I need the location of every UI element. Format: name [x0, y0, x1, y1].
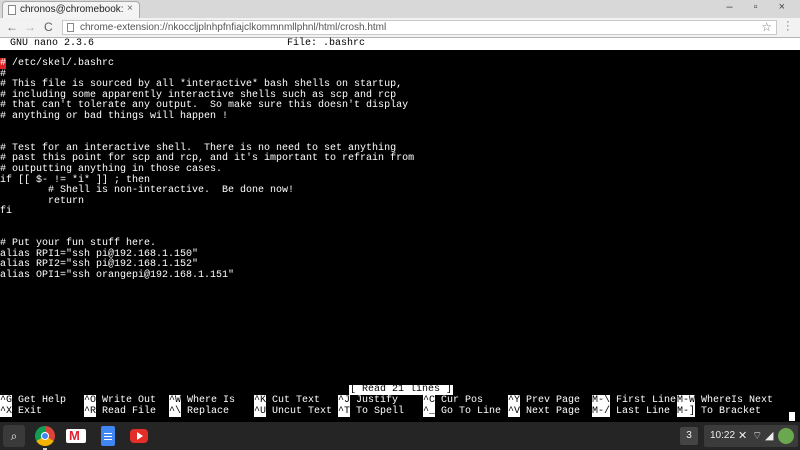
signal-icon: ◢ [765, 430, 774, 442]
tab-title: chronos@chromebook:~ [20, 4, 124, 15]
gmail-icon[interactable] [66, 428, 86, 443]
shortcut-key: ^U [254, 405, 267, 417]
terminal-cursor [789, 412, 795, 421]
status-tray[interactable]: 10:22 ✕ ⌔ ◢ [704, 425, 798, 447]
shortcut-key: ^C [423, 395, 436, 406]
shortcut-label: Read File [96, 405, 157, 417]
crosh-terminal[interactable]: GNU nano 2.3.6 File: .bashrc # /etc/skel… [0, 38, 800, 422]
file-line [0, 218, 414, 229]
shortcut-label: Exit [12, 405, 43, 417]
file-line: # anything or bad things will happen ! [0, 110, 229, 122]
docs-icon[interactable] [101, 426, 115, 446]
back-icon[interactable]: ← [6, 20, 18, 34]
title-bar: chronos@chromebook:~ × – ▫ × [0, 0, 800, 18]
shortcut-item: ^V Next Page [508, 405, 581, 418]
shortcut-label: Write Out [96, 395, 157, 406]
shortcut-item: M-] To Bracket [677, 405, 762, 418]
window-controls[interactable]: – ▫ × [726, 1, 794, 13]
shortcut-item: M-/ Last Line [592, 405, 671, 418]
file-line: # outputting anything in those cases. [0, 163, 223, 175]
shortcut-key: ^T [338, 405, 351, 417]
shortcut-label: Cur Pos [435, 395, 484, 406]
chrome-menu-icon[interactable]: · · · [786, 17, 790, 36]
shortcut-key: M-W [677, 395, 696, 406]
address-toolbar: ← → C chrome-extension://nkoccljplnhpfnf… [0, 17, 800, 38]
shortcut-key: ^K [254, 395, 267, 406]
file-line: # /etc/skel/.bashrc [0, 58, 414, 70]
shortcut-key: M-] [677, 405, 696, 417]
shortcut-label: Get Help [12, 395, 67, 406]
battery-icon [778, 428, 794, 444]
shortcut-key: M-\ [592, 395, 611, 406]
shortcut-item: ^X Exit [0, 405, 43, 418]
url-bar[interactable]: chrome-extension://nkoccljplnhpfnfiajclk… [62, 20, 777, 35]
wifi-icon: ⌔ [752, 430, 763, 442]
file-line-text: /etc/skel/.bashrc [6, 58, 115, 69]
shortcut-key: ^W [169, 395, 182, 406]
shortcut-key: M-/ [592, 405, 611, 417]
shortcut-key: ^R [84, 405, 97, 417]
file-line: fi [0, 206, 13, 218]
launcher-search-icon[interactable]: ⌕ [3, 425, 25, 447]
shortcut-item: ^U Uncut Text [254, 405, 333, 418]
shortcut-item: ^_ Go To Line [423, 405, 502, 418]
shortcut-key: ^Y [508, 395, 521, 406]
shortcut-key: ^X [0, 405, 13, 417]
shortcut-bar: ^G Get Help ^O Write Out ^W Where Is ^K Cut… [0, 395, 800, 418]
shortcut-item: ^\ Replace [169, 405, 230, 418]
keyboard-icon: ✕ [738, 430, 748, 442]
file-line: alias OPI1="ssh orangepi@192.168.1.151" [0, 269, 235, 281]
reload-icon[interactable]: C [44, 20, 53, 34]
shortcut-label: To Spell [350, 405, 405, 417]
shortcut-key: ^_ [423, 405, 436, 417]
nano-title-bar: GNU nano 2.3.6 File: .bashrc [0, 38, 800, 50]
shortcut-label: Go To Line [435, 405, 502, 417]
shortcut-label: Prev Page [520, 395, 581, 406]
shortcut-label: To Bracket [695, 405, 762, 417]
shortcut-label: Justify [350, 395, 399, 406]
page-icon [67, 23, 74, 32]
shortcut-key: ^V [508, 405, 521, 417]
shortcut-label: First Line [610, 395, 677, 406]
shortcut-key: ^J [338, 395, 351, 406]
shortcut-key: ^\ [169, 405, 182, 417]
nano-file-label: File: .bashrc [287, 38, 366, 49]
chromeos-shelf: ⌕ 3 10:22 ✕ ⌔ ◢ [0, 422, 800, 450]
shortcut-label: Uncut Text [266, 405, 333, 417]
chrome-icon[interactable] [35, 426, 55, 446]
shortcut-label: Replace [181, 405, 230, 417]
nano-version: GNU nano 2.3.6 [10, 38, 95, 49]
clock: 10:22 [710, 430, 736, 441]
shortcut-key: ^G [0, 395, 13, 406]
page-icon [8, 5, 16, 15]
forward-icon[interactable]: → [24, 20, 36, 34]
bookmark-star-icon[interactable]: ☆ [761, 20, 772, 34]
youtube-icon[interactable] [130, 429, 148, 443]
shortcut-item: ^T To Spell [338, 405, 405, 418]
shortcut-label: Last Line [610, 405, 671, 417]
file-content[interactable]: # /etc/skel/.bashrc # # This file is sourc… [0, 58, 414, 281]
shortcut-item: ^R Read File [84, 405, 157, 418]
tab-close-icon[interactable]: × [127, 3, 133, 14]
status-message: [ Read 21 lines ] [349, 384, 454, 395]
shortcut-label: Next Page [520, 405, 581, 417]
file-line: return [0, 195, 85, 207]
notification-count[interactable]: 3 [680, 427, 698, 445]
url-text[interactable]: chrome-extension://nkoccljplnhpfnfiajclk… [80, 22, 386, 33]
shortcut-key: ^O [84, 395, 97, 406]
shortcut-label: Where Is [181, 395, 236, 406]
shortcut-label: WhereIs Next [695, 395, 774, 406]
browser-window: chronos@chromebook:~ × – ▫ × ← → C chrom… [0, 0, 800, 422]
shortcut-label: Cut Text [266, 395, 321, 406]
browser-tab[interactable]: chronos@chromebook:~ × [2, 1, 140, 18]
file-line [0, 123, 414, 134]
